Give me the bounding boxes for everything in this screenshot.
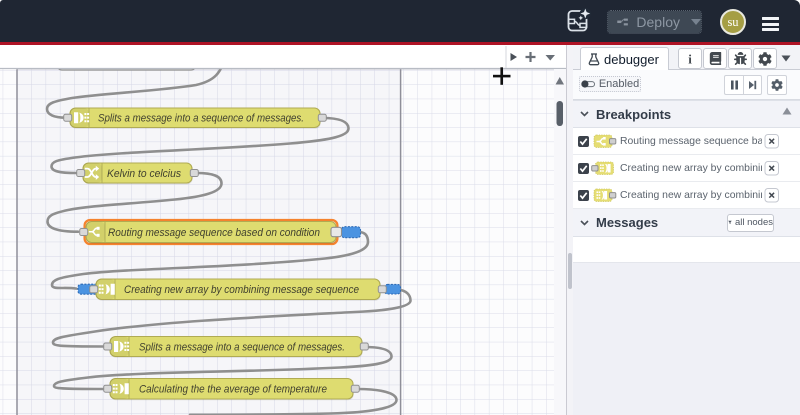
svg-text:i: i [688,51,692,66]
svg-text:Routing message sequence based: Routing message sequence based on condit… [108,227,320,239]
svg-text:Splits a message into a sequen: Splits a message into a sequence of mess… [139,341,345,353]
svg-text:Calculating the the average of: Calculating the the average of temperatu… [139,384,327,396]
svg-text:Creating new array by combinin: Creating new array by combining message … [124,284,359,296]
svg-text:Splits a message into a sequen: Splits a message into a sequence of mess… [98,113,304,125]
svg-text:Kelvin to celcius: Kelvin to celcius [107,168,181,180]
